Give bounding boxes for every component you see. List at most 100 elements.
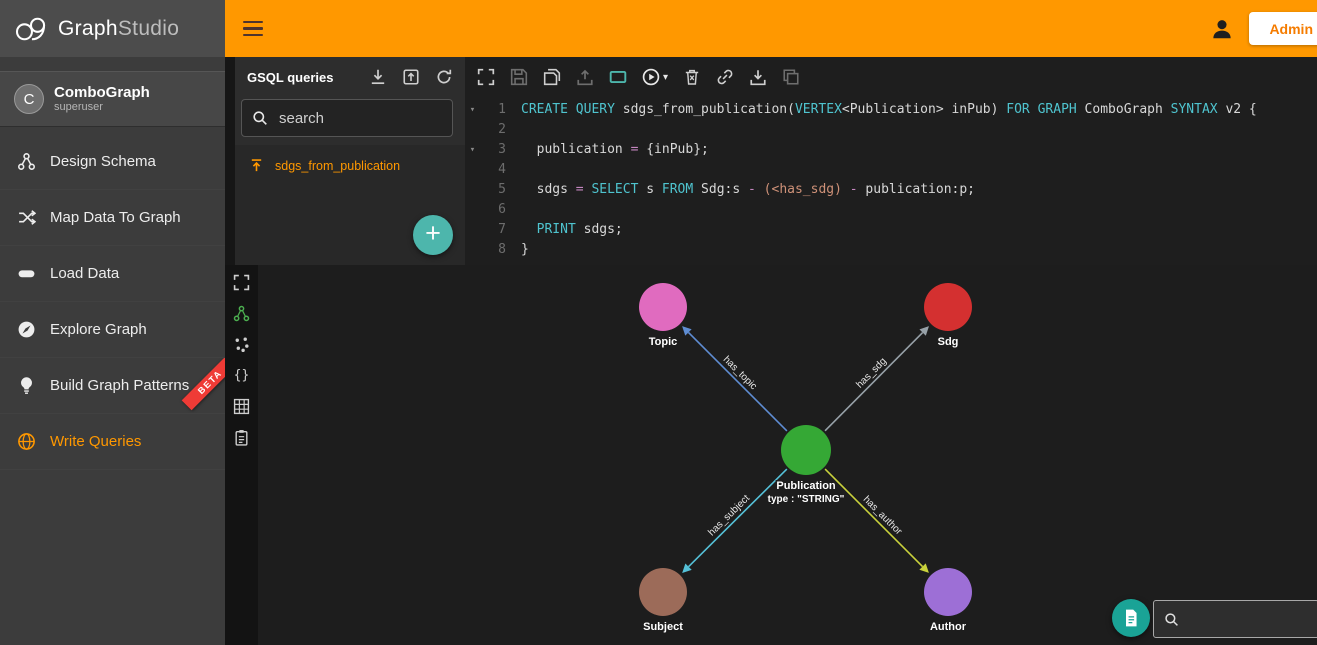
- graph-svg: has_topic has_sdg has_subject has_author Top…: [639, 283, 972, 635]
- fold-gutter: [465, 120, 480, 140]
- line-number: 5: [498, 182, 506, 197]
- query-editor: ▾ ▾ 1 CREATE QUERY sdgs_from_publication…: [465, 57, 1317, 265]
- interpret-icon: [609, 70, 627, 84]
- content: GSQL queries search sdgs_from_publicatio…: [225, 57, 1317, 645]
- save-query-button[interactable]: [510, 68, 528, 86]
- build-patterns-icon: [21, 377, 32, 394]
- save-all-icon: [543, 68, 561, 86]
- duplicate-query-button[interactable]: [782, 68, 800, 86]
- code-line[interactable]: ▾ 1 CREATE QUERY sdgs_from_publication(VER…: [465, 100, 1317, 120]
- code-line[interactable]: 5 sdgs = SELECT s FROM Sdg:s - (<has_sdg…: [465, 180, 1317, 200]
- download-queries-button[interactable]: [369, 68, 387, 86]
- fold-gutter: [465, 200, 480, 220]
- graph-canvas[interactable]: has_topic has_sdg has_subject has_author Top…: [258, 265, 1317, 645]
- edge-has_author[interactable]: [824, 468, 924, 568]
- fullscreen-icon: [477, 68, 495, 86]
- share-query-button[interactable]: [716, 68, 734, 86]
- publish-icon: [577, 69, 593, 86]
- node-label: Topic: [649, 336, 678, 348]
- edge-label: has_author: [861, 494, 905, 538]
- edge-has_subject[interactable]: [687, 468, 788, 568]
- run-options-caret-icon[interactable]: ▾: [663, 72, 668, 83]
- delete-query-button[interactable]: [683, 68, 701, 86]
- import-queries-button[interactable]: [402, 68, 420, 86]
- gsql-queries-panel: GSQL queries search sdgs_from_publicatio…: [225, 57, 465, 265]
- app-logo[interactable]: GraphStudio: [0, 0, 225, 57]
- node-label: Author: [930, 621, 967, 633]
- node-Publication[interactable]: [781, 425, 831, 475]
- add-query-button[interactable]: +: [413, 215, 453, 255]
- node-Subject[interactable]: [639, 568, 687, 616]
- edge-label: has_subject: [706, 493, 752, 539]
- code-line[interactable]: 6: [465, 200, 1317, 220]
- node-Sdg[interactable]: [924, 283, 972, 331]
- code-text: PRINT sdgs;: [536, 222, 623, 237]
- line-number: 8: [498, 242, 506, 257]
- logo-text-primary: Graph: [58, 16, 118, 40]
- sidebar-item-write-queries[interactable]: Write Queries: [0, 414, 225, 470]
- sidebar-item-build-patterns[interactable]: Build Graph Patterns BETA: [0, 358, 225, 414]
- edge-has_sdg[interactable]: [824, 331, 924, 432]
- sidebar: GraphStudio C ComboGraph superuser Desig…: [0, 0, 225, 645]
- code-line[interactable]: ▾ 3 publication = {inPub};: [465, 140, 1317, 160]
- code-line[interactable]: 4: [465, 160, 1317, 180]
- active-graph-tile[interactable]: C ComboGraph superuser: [0, 71, 225, 127]
- fold-gutter: [465, 220, 480, 240]
- duplicate-icon: [783, 69, 799, 85]
- query-search-input[interactable]: [277, 108, 442, 128]
- sidebar-item-design-schema[interactable]: Design Schema: [0, 134, 225, 190]
- fold-gutter: [465, 180, 480, 200]
- query-search-box: [241, 99, 453, 137]
- code-line[interactable]: 8}: [465, 240, 1317, 260]
- download-query-button[interactable]: [749, 68, 767, 86]
- sidebar-item-map-data[interactable]: Map Data To Graph: [0, 190, 225, 246]
- graph-fullscreen-button[interactable]: [233, 274, 250, 291]
- editor-fullscreen-button[interactable]: [477, 68, 495, 86]
- layout-button[interactable]: [233, 336, 250, 353]
- edge-label: has_topic: [721, 354, 759, 392]
- view-result-button[interactable]: [1112, 599, 1150, 637]
- schema-view-button[interactable]: [233, 305, 250, 322]
- query-list-item[interactable]: sdgs_from_publication: [235, 145, 465, 186]
- code-line[interactable]: 2: [465, 120, 1317, 140]
- query-name: sdgs_from_publication: [275, 158, 401, 173]
- code-lines[interactable]: ▾ 1 CREATE QUERY sdgs_from_publication(VER…: [465, 97, 1317, 265]
- sidebar-item-label: Design Schema: [50, 153, 156, 170]
- download-queries-icon: [371, 69, 385, 85]
- fold-marker-icon[interactable]: ▾: [465, 140, 480, 160]
- node-Author[interactable]: [924, 568, 972, 616]
- edge-label: has_sdg: [854, 356, 888, 391]
- report-button[interactable]: [233, 429, 250, 446]
- fold-marker-icon[interactable]: ▾: [465, 100, 480, 120]
- node-label: Publication: [776, 480, 836, 492]
- table-view-button[interactable]: [233, 398, 250, 415]
- graph-tile-text: ComboGraph superuser: [54, 84, 150, 114]
- code-text: CREATE QUERY sdgs_from_publication(VERTE…: [521, 102, 1257, 117]
- install-query-button[interactable]: [576, 68, 594, 86]
- download-icon: [750, 70, 766, 86]
- menu-icon[interactable]: [243, 20, 263, 37]
- edge-has_topic[interactable]: [687, 331, 788, 432]
- interpret-mode-button[interactable]: [609, 68, 627, 86]
- user-icon[interactable]: [1209, 16, 1235, 42]
- json-braces-icon: {}: [233, 368, 250, 383]
- search-icon: [253, 111, 267, 125]
- json-view-button[interactable]: {}: [233, 367, 250, 384]
- save-all-queries-button[interactable]: [543, 68, 561, 86]
- sidebar-item-load-data[interactable]: Load Data: [0, 246, 225, 302]
- run-query-button[interactable]: [642, 68, 660, 86]
- node-sublabel: type : "STRING": [768, 494, 845, 505]
- refresh-queries-button[interactable]: [435, 68, 453, 86]
- graph-visualization-row: {} has_topic has_sdg has_subject has_aut…: [225, 265, 1317, 645]
- line-number: 2: [498, 122, 506, 137]
- code-text: publication = {inPub};: [521, 142, 709, 157]
- code-line[interactable]: 7 PRINT sdgs;: [465, 220, 1317, 240]
- editor-toolbar: ▾: [465, 57, 1317, 97]
- graph-search-input[interactable]: [1188, 610, 1308, 628]
- result-document-icon: [1126, 609, 1137, 627]
- admin-button[interactable]: Admin: [1249, 12, 1317, 45]
- sidebar-item-explore-graph[interactable]: Explore Graph: [0, 302, 225, 358]
- node-Topic[interactable]: [639, 283, 687, 331]
- run-query-control: ▾: [642, 68, 668, 86]
- sidebar-nav: Design Schema Map Data To Graph Load Dat…: [0, 134, 225, 470]
